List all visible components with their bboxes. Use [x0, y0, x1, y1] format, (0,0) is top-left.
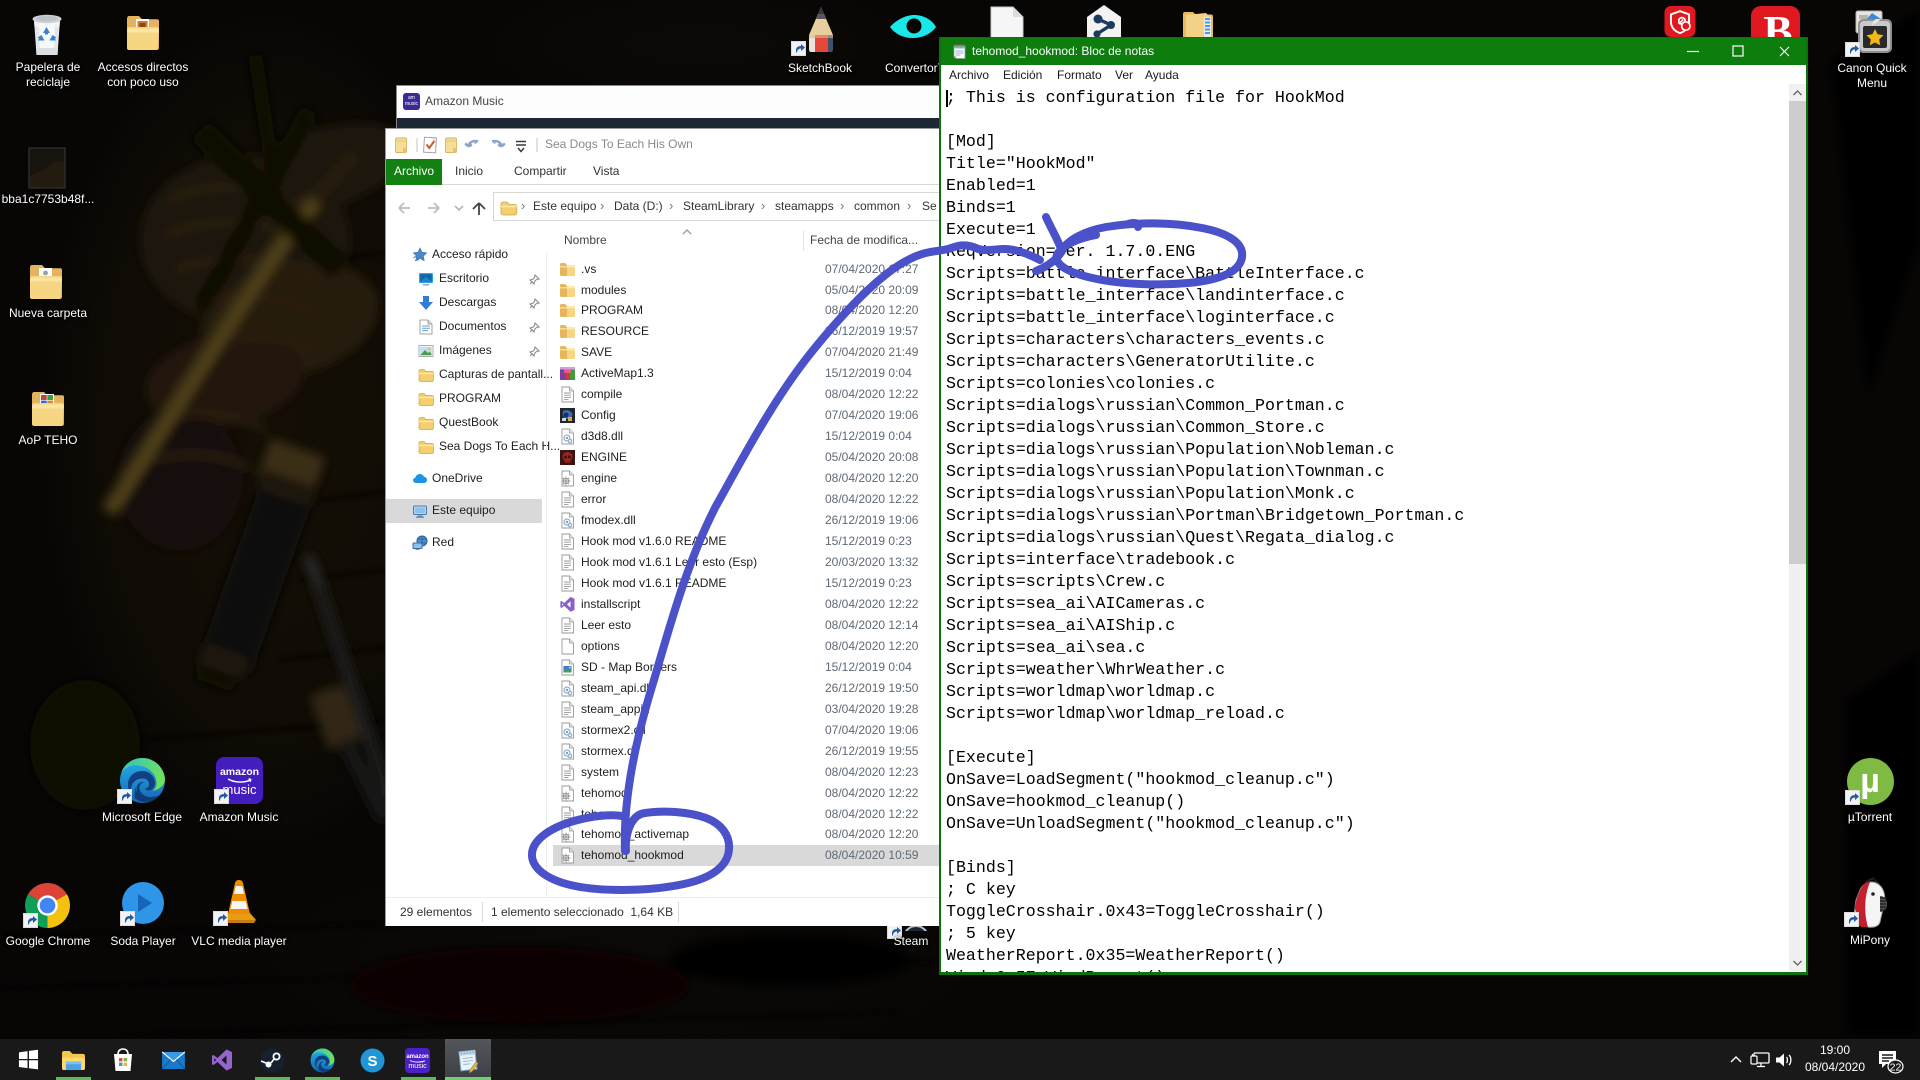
svg-text:S: S: [367, 1053, 377, 1070]
svg-text:amazon: amazon: [406, 1054, 429, 1060]
svg-text:22: 22: [1890, 1062, 1902, 1074]
svg-text:music: music: [408, 1063, 427, 1070]
